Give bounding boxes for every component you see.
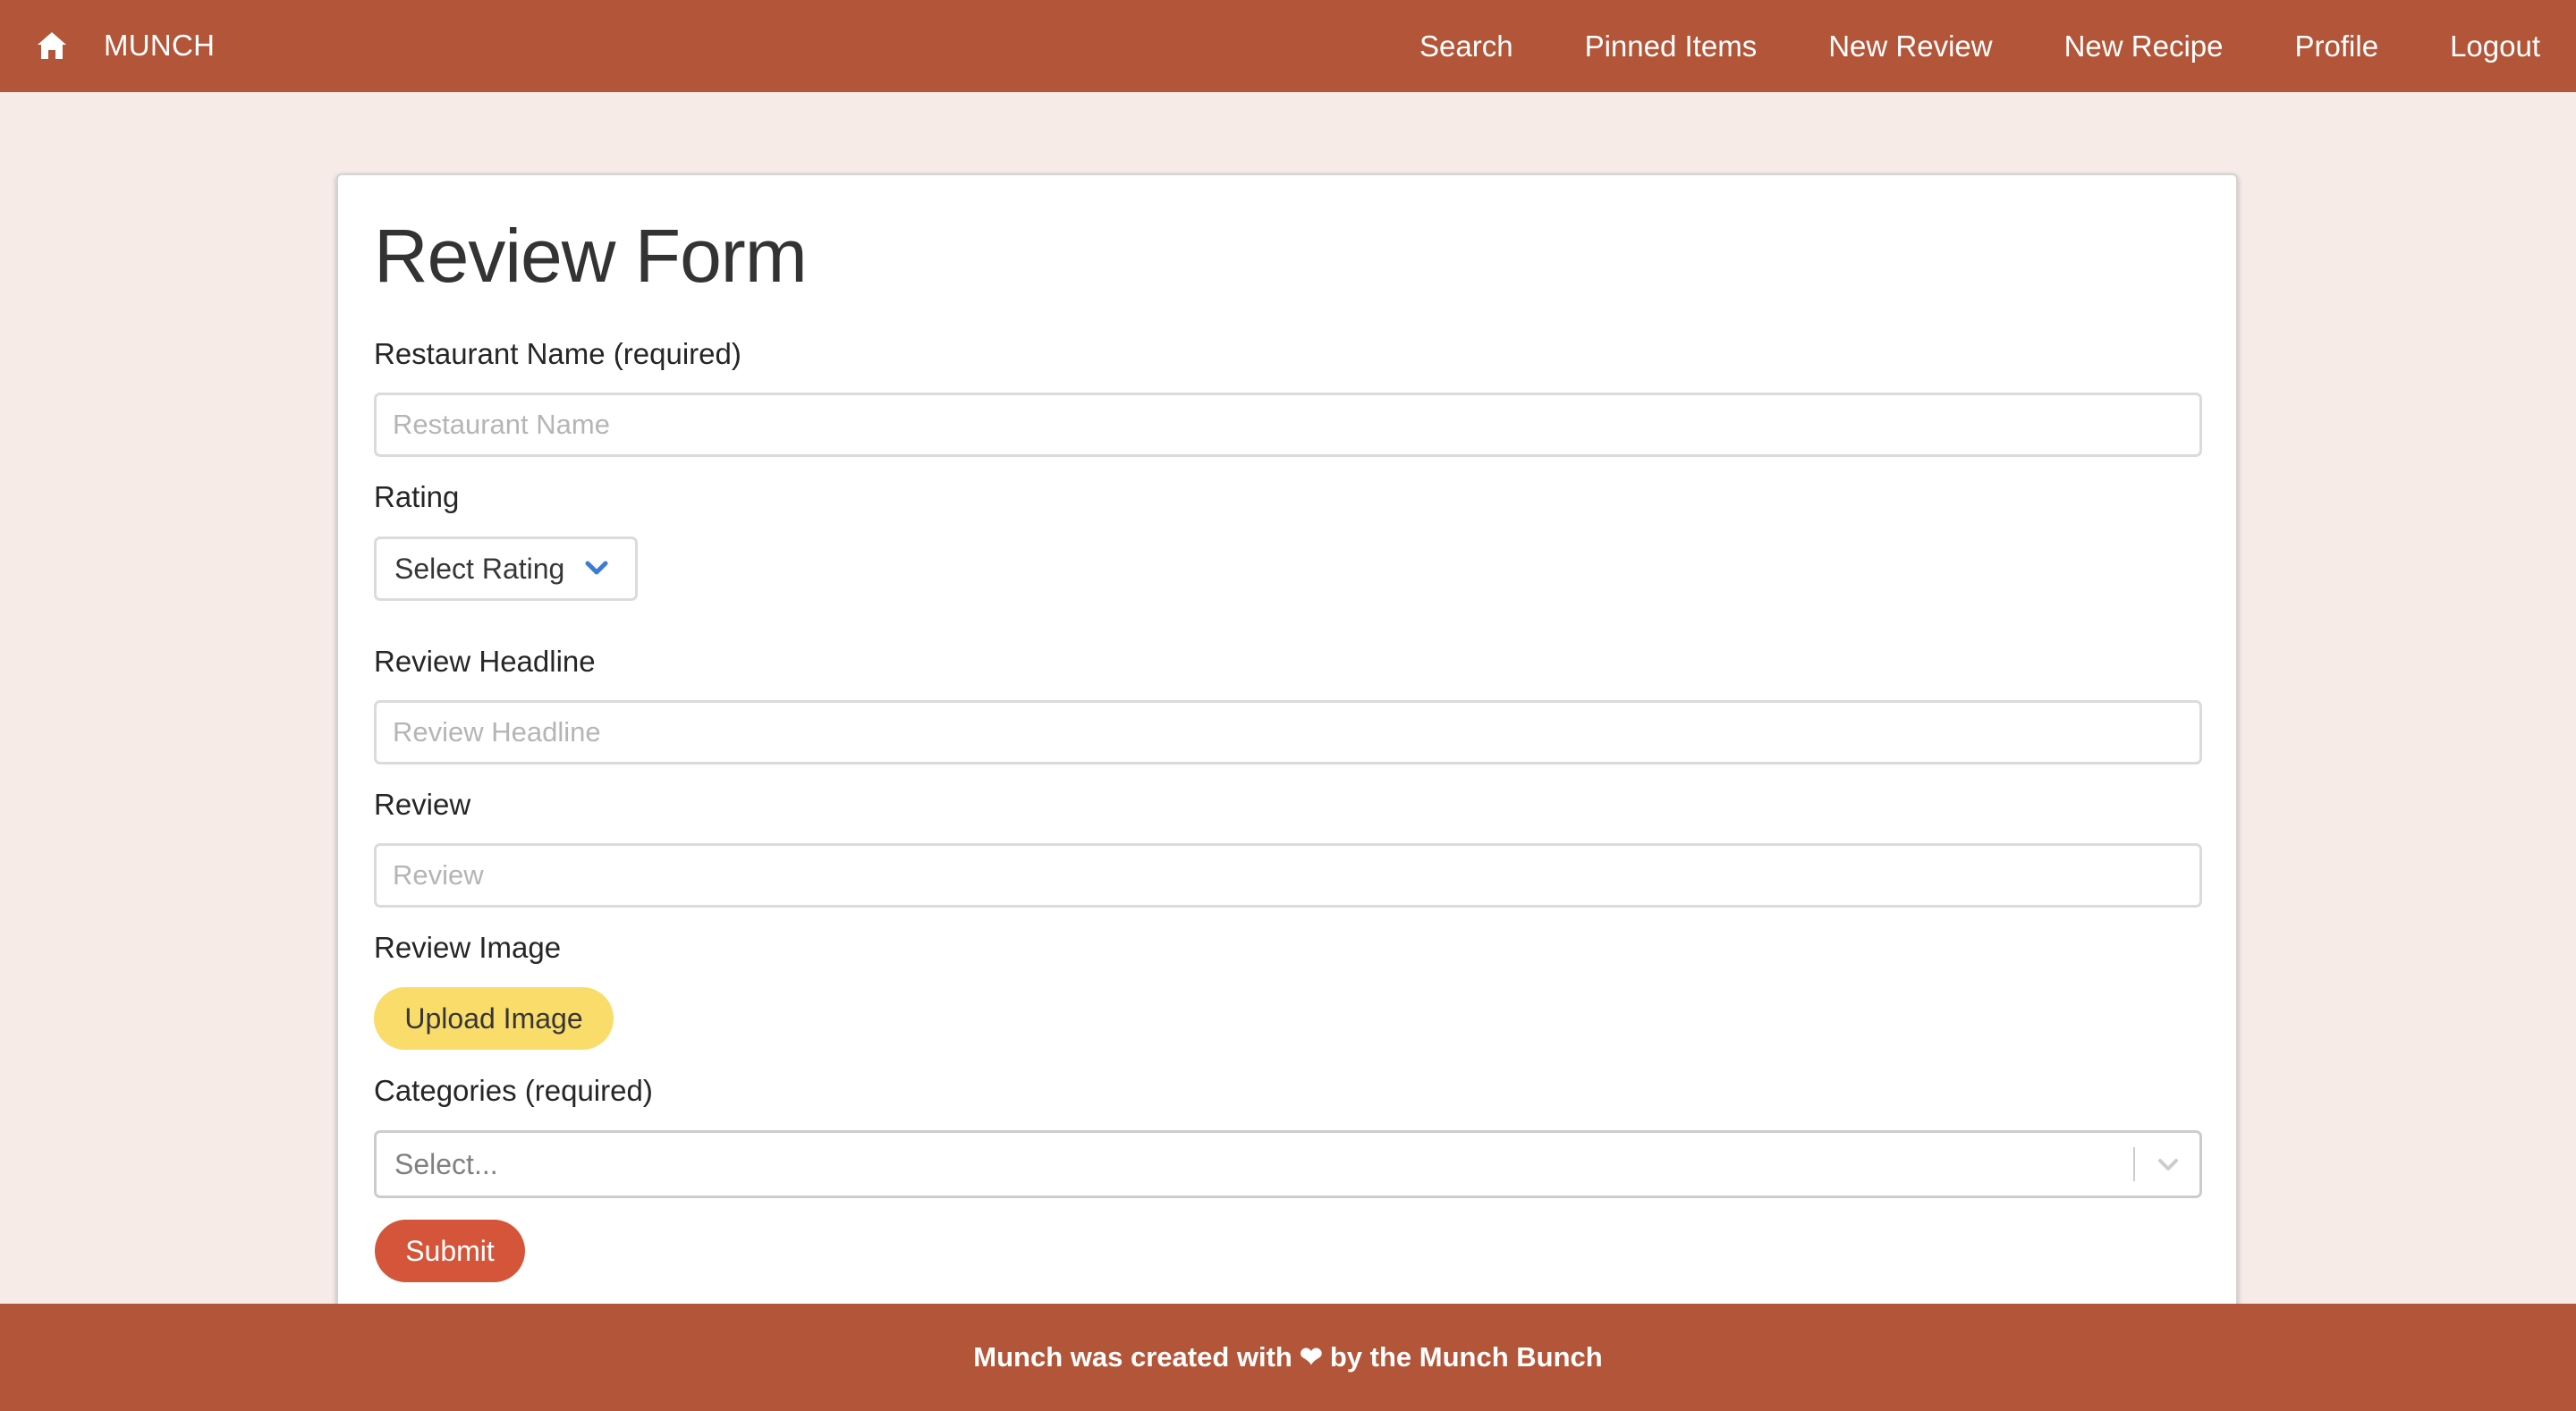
nav-link-profile[interactable]: Profile [2295, 30, 2379, 63]
categories-placeholder: Select... [394, 1148, 498, 1180]
review-headline-label: Review Headline [374, 645, 596, 678]
top-navbar: MUNCH Search Pinned Items New Review New… [0, 0, 2576, 92]
footer-text-prefix: Munch was created with [973, 1341, 1292, 1373]
categories-select[interactable]: Select... [374, 1130, 2202, 1198]
review-form-card: Review Form Restaurant Name (required) R… [336, 173, 2238, 1309]
nav-link-pinned-items[interactable]: Pinned Items [1585, 30, 1758, 63]
nav-link-logout[interactable]: Logout [2450, 30, 2540, 63]
review-label: Review [374, 788, 471, 821]
heart-icon: ❤ [1299, 1341, 1323, 1373]
nav-link-new-recipe[interactable]: New Recipe [2064, 30, 2224, 63]
review-image-label: Review Image [374, 931, 562, 964]
nav-link-search[interactable]: Search [1419, 30, 1513, 63]
rating-label: Rating [374, 480, 460, 513]
home-icon[interactable] [36, 30, 68, 61]
submit-button[interactable]: Submit [375, 1220, 525, 1282]
rating-select[interactable]: Select Rating [374, 537, 638, 601]
brand-link[interactable]: MUNCH [104, 27, 215, 64]
categories-label: Categories (required) [374, 1074, 653, 1107]
restaurant-name-input[interactable] [374, 393, 2202, 457]
footer-text-suffix: by the Munch Bunch [1329, 1341, 1603, 1373]
nav-links: Search Pinned Items New Review New Recip… [1348, 0, 2540, 92]
upload-image-button[interactable]: Upload Image [374, 987, 614, 1050]
chevron-down-icon[interactable] [2157, 1157, 2180, 1173]
footer: Munch was created with ❤ by the Munch Bu… [0, 1304, 2576, 1411]
chevron-down-icon [585, 561, 608, 575]
restaurant-name-label: Restaurant Name (required) [374, 337, 741, 370]
select-indicator-separator [2133, 1147, 2135, 1181]
nav-link-new-review[interactable]: New Review [1828, 30, 1992, 63]
review-headline-input[interactable] [374, 700, 2202, 765]
review-input[interactable] [374, 843, 2202, 908]
page-title: Review Form [374, 214, 808, 298]
rating-select-value: Select Rating [394, 552, 565, 585]
